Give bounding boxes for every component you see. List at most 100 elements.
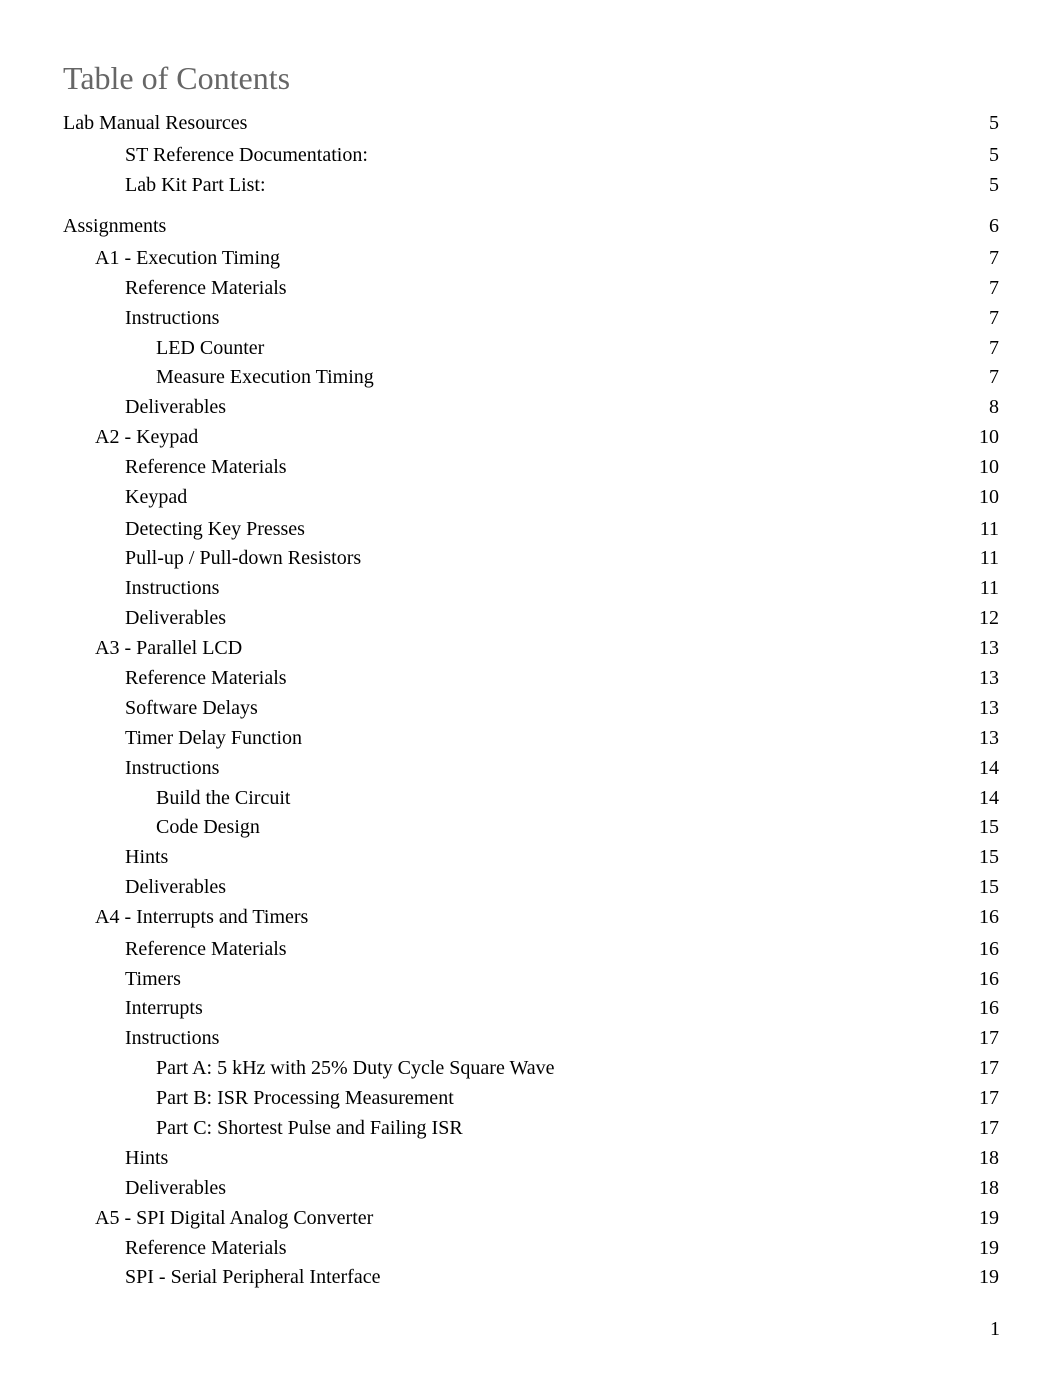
toc-entry-page: 15 — [979, 876, 999, 898]
toc-entry-label: Timer Delay Function — [125, 727, 303, 749]
toc-entry-page: 17 — [979, 1087, 999, 1109]
toc-entry[interactable]: Code Design 15 — [0, 814, 1062, 840]
toc-entry-page: 7 — [989, 247, 999, 269]
toc-entry[interactable]: A1 - Execution Timing 7 — [0, 245, 1062, 271]
toc-entry-page: 14 — [979, 787, 999, 809]
toc-entry-label: Part C: Shortest Pulse and Failing ISR — [156, 1117, 463, 1139]
toc-entry-label: Interrupts — [125, 997, 203, 1019]
toc-entry-page: 5 — [989, 144, 999, 166]
toc-entry-page: 15 — [979, 816, 999, 838]
toc-entry-page: 18 — [979, 1147, 999, 1169]
toc-entry-label: Deliverables — [125, 876, 227, 898]
toc-entry-label: Deliverables — [125, 1177, 227, 1199]
toc-entry[interactable]: Hints 18 — [0, 1145, 1062, 1171]
toc-entry-label: Deliverables — [125, 396, 227, 418]
toc-entry[interactable]: Timers 16 — [0, 966, 1062, 992]
toc-entry[interactable]: Reference Materials 16 — [0, 936, 1062, 962]
toc-entry[interactable]: Deliverables 15 — [0, 874, 1062, 900]
toc-entry[interactable]: Reference Materials 10 — [0, 454, 1062, 480]
toc-entry-page: 7 — [989, 277, 999, 299]
toc-entry[interactable]: Reference Materials 13 — [0, 665, 1062, 691]
toc-entry[interactable]: A3 - Parallel LCD 13 — [0, 635, 1062, 661]
page-number: 1 — [990, 1318, 1000, 1340]
document-page: Table of Contents Lab Manual Resources 5 … — [0, 0, 1062, 1376]
toc-entry-label: Pull-up / Pull-down Resistors — [125, 547, 362, 569]
toc-entry-label: A5 - SPI Digital Analog Converter — [95, 1207, 374, 1229]
toc-entry-page: 5 — [989, 112, 999, 134]
toc-entry-label: Hints — [125, 846, 169, 868]
toc-entry[interactable]: Timer Delay Function 13 — [0, 725, 1062, 751]
toc-entry[interactable]: Reference Materials 19 — [0, 1235, 1062, 1261]
toc-entry[interactable]: A4 - Interrupts and Timers 16 — [0, 904, 1062, 930]
toc-entry-label: Reference Materials — [125, 667, 287, 689]
toc-entry-label: Lab Manual Resources — [63, 112, 248, 134]
toc-entry[interactable]: Deliverables 12 — [0, 605, 1062, 631]
toc-entry[interactable]: Build the Circuit 14 — [0, 785, 1062, 811]
toc-entry-page: 12 — [979, 607, 999, 629]
toc-entry-page: 11 — [979, 577, 999, 599]
toc-entry[interactable]: Hints 15 — [0, 844, 1062, 870]
toc-entry[interactable]: LED Counter 7 — [0, 335, 1062, 361]
toc-entry-page: 14 — [979, 757, 999, 779]
toc-entry[interactable]: Part A: 5 kHz with 25% Duty Cycle Square… — [0, 1055, 1062, 1081]
toc-entry-label: Reference Materials — [125, 1237, 287, 1259]
toc-entry-label: Hints — [125, 1147, 169, 1169]
toc-entry-label: Reference Materials — [125, 938, 287, 960]
toc-entry-label: Part B: ISR Processing Measurement — [156, 1087, 454, 1109]
toc-entry-page: 19 — [979, 1207, 999, 1229]
toc-entry-page: 13 — [979, 637, 999, 659]
toc-entry[interactable]: A2 - Keypad 10 — [0, 424, 1062, 450]
toc-entry-page: 15 — [979, 846, 999, 868]
toc-entry[interactable]: Interrupts 16 — [0, 995, 1062, 1021]
toc-entry[interactable]: A5 - SPI Digital Analog Converter 19 — [0, 1205, 1062, 1231]
toc-entry-page: 6 — [989, 215, 999, 237]
toc-entry[interactable]: Measure Execution Timing 7 — [0, 364, 1062, 390]
toc-entry-page: 11 — [979, 547, 999, 569]
toc-entry[interactable]: Pull-up / Pull-down Resistors 11 — [0, 545, 1062, 571]
toc-entry-page: 10 — [979, 426, 999, 448]
toc-entry-page: 13 — [979, 667, 999, 689]
toc-entry[interactable]: Deliverables 8 — [0, 394, 1062, 420]
toc-entry-page: 16 — [979, 938, 999, 960]
toc-entry-label: Software Delays — [125, 697, 258, 719]
toc-entry[interactable]: Lab Kit Part List: 5 — [0, 172, 1062, 198]
toc-entry-label: LED Counter — [156, 337, 265, 359]
toc-entry-label: A1 - Execution Timing — [95, 247, 281, 269]
toc-entry-label: Part A: 5 kHz with 25% Duty Cycle Square… — [156, 1057, 555, 1079]
toc-entry-label: Instructions — [125, 757, 220, 779]
toc-entry-page: 7 — [989, 337, 999, 359]
toc-entry[interactable]: Assignments 6 — [0, 213, 1062, 239]
toc-entry[interactable]: Deliverables 18 — [0, 1175, 1062, 1201]
toc-entry-page: 18 — [979, 1177, 999, 1199]
toc-entry[interactable]: Lab Manual Resources 5 — [0, 110, 1062, 136]
toc-entry-label: Measure Execution Timing — [156, 366, 374, 388]
toc-entry-label: A4 - Interrupts and Timers — [95, 906, 309, 928]
toc-entry-label: A2 - Keypad — [95, 426, 199, 448]
toc-entry-label: ST Reference Documentation: — [125, 144, 368, 166]
toc-entry-label: Detecting Key Presses — [125, 518, 305, 540]
toc-entry-label: Reference Materials — [125, 456, 287, 478]
toc-entry-page: 10 — [979, 486, 999, 508]
toc-entry[interactable]: Instructions 17 — [0, 1025, 1062, 1051]
toc-entry[interactable]: Part C: Shortest Pulse and Failing ISR 17 — [0, 1115, 1062, 1141]
toc-entry-label: Build the Circuit — [156, 787, 291, 809]
toc-entry-label: Instructions — [125, 577, 220, 599]
toc-entry-label: Code Design — [156, 816, 260, 838]
toc-entry[interactable]: Instructions 7 — [0, 305, 1062, 331]
toc-entry[interactable]: ST Reference Documentation: 5 — [0, 142, 1062, 168]
toc-entry[interactable]: Software Delays 13 — [0, 695, 1062, 721]
toc-entry[interactable]: Reference Materials 7 — [0, 275, 1062, 301]
toc-entry-page: 11 — [979, 518, 999, 540]
toc-entry[interactable]: Detecting Key Presses 11 — [0, 516, 1062, 542]
toc-entry-page: 17 — [979, 1117, 999, 1139]
toc-entry[interactable]: Part B: ISR Processing Measurement 17 — [0, 1085, 1062, 1111]
toc-entry-label: Lab Kit Part List: — [125, 174, 266, 196]
toc-entry-page: 17 — [979, 1027, 999, 1049]
toc-entry[interactable]: Instructions 11 — [0, 575, 1062, 601]
toc-entry[interactable]: SPI - Serial Peripheral Interface 19 — [0, 1264, 1062, 1290]
toc-entry-label: Keypad — [125, 486, 188, 508]
toc-entry-page: 7 — [989, 366, 999, 388]
toc-entry-page: 16 — [979, 968, 999, 990]
toc-entry[interactable]: Keypad 10 — [0, 484, 1062, 510]
toc-entry[interactable]: Instructions 14 — [0, 755, 1062, 781]
